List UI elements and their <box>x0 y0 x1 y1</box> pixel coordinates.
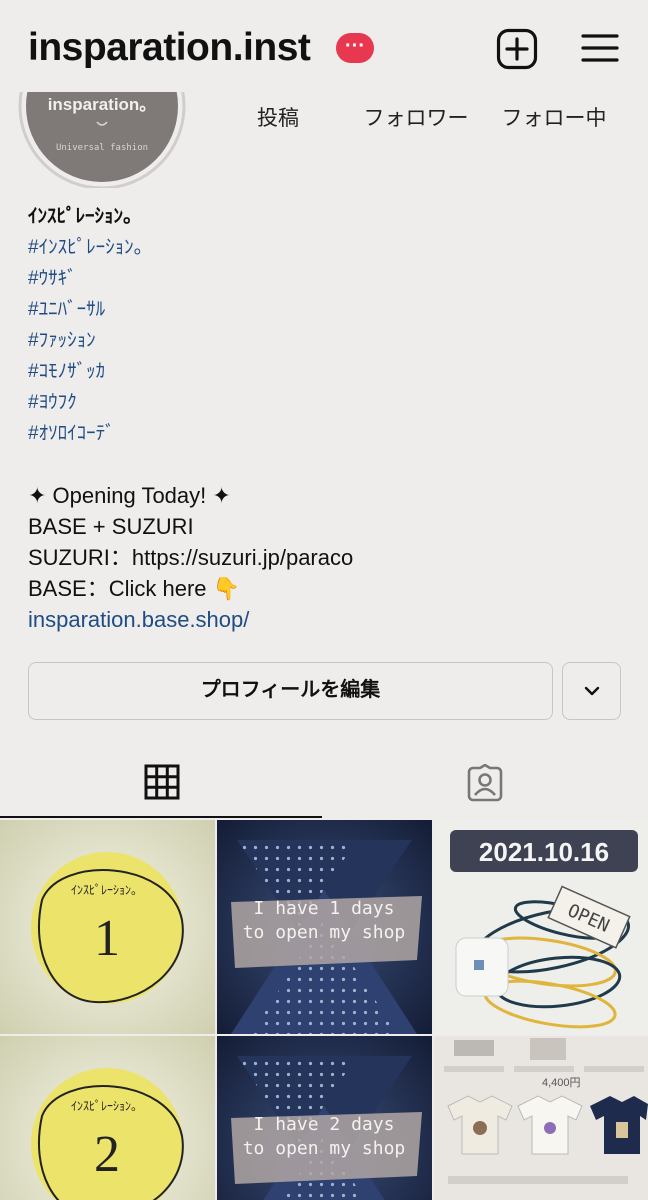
suggested-accounts-button[interactable] <box>562 662 621 720</box>
hashtag-link[interactable]: #ｺﾓﾉｻﾞｯｶ <box>28 356 628 387</box>
post-caption: I have 1 days <box>254 898 395 919</box>
post-caption: ｲﾝｽﾋﾟﾚｰｼｮﾝ。 <box>71 1099 143 1113</box>
username-title[interactable]: insparation.inst <box>28 26 311 70</box>
post-number: 1 <box>94 910 120 967</box>
avatar-brand-text: insparation。 <box>48 95 157 114</box>
tagged-person-icon <box>467 764 503 802</box>
post-thumbnail[interactable]: 4,400円 <box>434 1036 648 1200</box>
chevron-down-icon <box>584 686 600 696</box>
hashtag-link[interactable]: #ｳｻｷﾞ <box>28 263 628 294</box>
display-name: ｲﾝｽﾋﾟﾚｰｼｮﾝ。 <box>28 206 143 227</box>
edit-profile-button[interactable]: プロフィールを編集 <box>28 662 553 720</box>
bio-line-base: BASE：Click here 👇 <box>28 576 241 601</box>
more-notifications-badge[interactable]: ··· <box>336 33 374 63</box>
grid-icon <box>144 764 180 800</box>
profile-bio: ｲﾝｽﾋﾟﾚｰｼｮﾝ。 #ｲﾝｽﾋﾟﾚｰｼｮﾝ。 #ｳｻｷﾞ #ﾕﾆﾊﾞｰｻﾙ … <box>28 202 628 635</box>
post-number: 2 <box>94 1126 120 1183</box>
bio-line-opening: ✦ Opening Today! ✦ <box>28 483 231 508</box>
post-date: 2021.10.16 <box>479 837 609 867</box>
followers-label: フォロワー <box>363 107 469 130</box>
post-caption-line2: to open my shop <box>243 922 406 943</box>
post-caption-line2: to open my shop <box>243 1138 406 1159</box>
posts-label: 投稿 <box>257 107 299 130</box>
post-price: 4,400円 <box>542 1077 581 1089</box>
post-thumbnail[interactable]: ｲﾝｽﾋﾟﾚｰｼｮﾝ。 2 <box>0 1036 215 1200</box>
bio-spacer <box>28 449 628 480</box>
post-thumbnail[interactable]: I have 2 days to open my shop <box>217 1036 432 1200</box>
tab-tagged-posts[interactable] <box>324 750 648 818</box>
hashtag-link[interactable]: #ﾖｳﾌｸ <box>28 387 628 418</box>
following-label: フォロー中 <box>501 107 607 130</box>
hashtag-link[interactable]: #ｲﾝｽﾋﾟﾚｰｼｮﾝ。 <box>28 232 628 263</box>
avatar-tagline-text: Universal fashion <box>56 143 148 153</box>
post-caption: ｲﾝｽﾋﾟﾚｰｼｮﾝ。 <box>71 883 143 897</box>
hashtag-link[interactable]: #ｵｿﾛｲｺｰﾃﾞ <box>28 418 628 449</box>
bio-line-suzuri: SUZURI：https://suzuri.jp/paraco <box>28 545 354 570</box>
tab-posts-grid[interactable] <box>0 750 322 818</box>
posts-grid: ｲﾝｽﾋﾟﾚｰｼｮﾝ。 1 I have 1 days to open my s… <box>0 820 648 1200</box>
hashtag-link[interactable]: #ﾕﾆﾊﾞｰｻﾙ <box>28 294 628 325</box>
new-post-icon[interactable] <box>496 28 538 70</box>
post-caption: I have 2 days <box>254 1114 395 1135</box>
menu-icon[interactable] <box>580 30 620 66</box>
post-thumbnail[interactable]: I have 1 days to open my shop <box>217 820 432 1034</box>
hashtag-link[interactable]: #ﾌｧｯｼｮﾝ <box>28 325 628 356</box>
post-thumbnail[interactable]: ｲﾝｽﾋﾟﾚｰｼｮﾝ。 1 <box>0 820 215 1034</box>
profile-header: insparation.inst ··· <box>0 0 648 92</box>
post-thumbnail[interactable]: 2021.10.16 OPEN <box>434 820 648 1034</box>
website-link[interactable]: insparation.base.shop/ <box>28 604 628 635</box>
bio-line-shops: BASE + SUZURI <box>28 514 194 539</box>
